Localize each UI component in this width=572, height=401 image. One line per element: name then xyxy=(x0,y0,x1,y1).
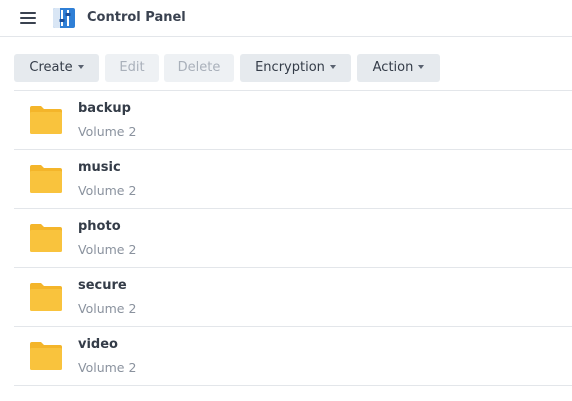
list-item[interactable]: music Volume 2 xyxy=(14,150,572,209)
list-item[interactable]: secure Volume 2 xyxy=(14,268,572,327)
shared-folder-list: backup Volume 2 music Volume 2 photo Vol… xyxy=(14,90,572,386)
chevron-down-icon xyxy=(77,64,84,69)
app-header: Control Panel xyxy=(0,0,572,37)
folder-location: Volume 2 xyxy=(78,183,137,198)
create-button[interactable]: Create xyxy=(14,54,99,82)
control-panel-icon xyxy=(53,8,75,28)
folder-location: Volume 2 xyxy=(78,124,137,139)
folder-icon xyxy=(30,224,62,252)
folder-name: backup xyxy=(78,101,131,116)
list-item[interactable]: video Volume 2 xyxy=(14,327,572,386)
encryption-button-label: Encryption xyxy=(255,60,325,75)
list-item[interactable]: backup Volume 2 xyxy=(14,91,572,150)
folder-icon xyxy=(30,106,62,134)
folder-name: video xyxy=(78,337,118,352)
folder-icon xyxy=(30,283,62,311)
edit-button[interactable]: Edit xyxy=(105,54,159,82)
folder-name: secure xyxy=(78,278,127,293)
folder-icon xyxy=(30,165,62,193)
chevron-down-icon xyxy=(418,64,425,69)
delete-button-label: Delete xyxy=(177,60,221,75)
edit-button-label: Edit xyxy=(119,60,145,75)
action-button[interactable]: Action xyxy=(357,54,440,82)
action-button-label: Action xyxy=(372,60,414,75)
list-item[interactable]: photo Volume 2 xyxy=(14,209,572,268)
folder-location: Volume 2 xyxy=(78,301,137,316)
folder-name: photo xyxy=(78,219,121,234)
chevron-down-icon xyxy=(329,64,336,69)
folder-name: music xyxy=(78,160,121,175)
create-button-label: Create xyxy=(29,60,73,75)
folder-location: Volume 2 xyxy=(78,242,137,257)
folder-location: Volume 2 xyxy=(78,360,137,375)
folder-icon xyxy=(30,342,62,370)
encryption-button[interactable]: Encryption xyxy=(240,54,351,82)
delete-button[interactable]: Delete xyxy=(164,54,234,82)
app-title: Control Panel xyxy=(87,10,186,25)
hamburger-menu-icon[interactable] xyxy=(20,11,36,25)
